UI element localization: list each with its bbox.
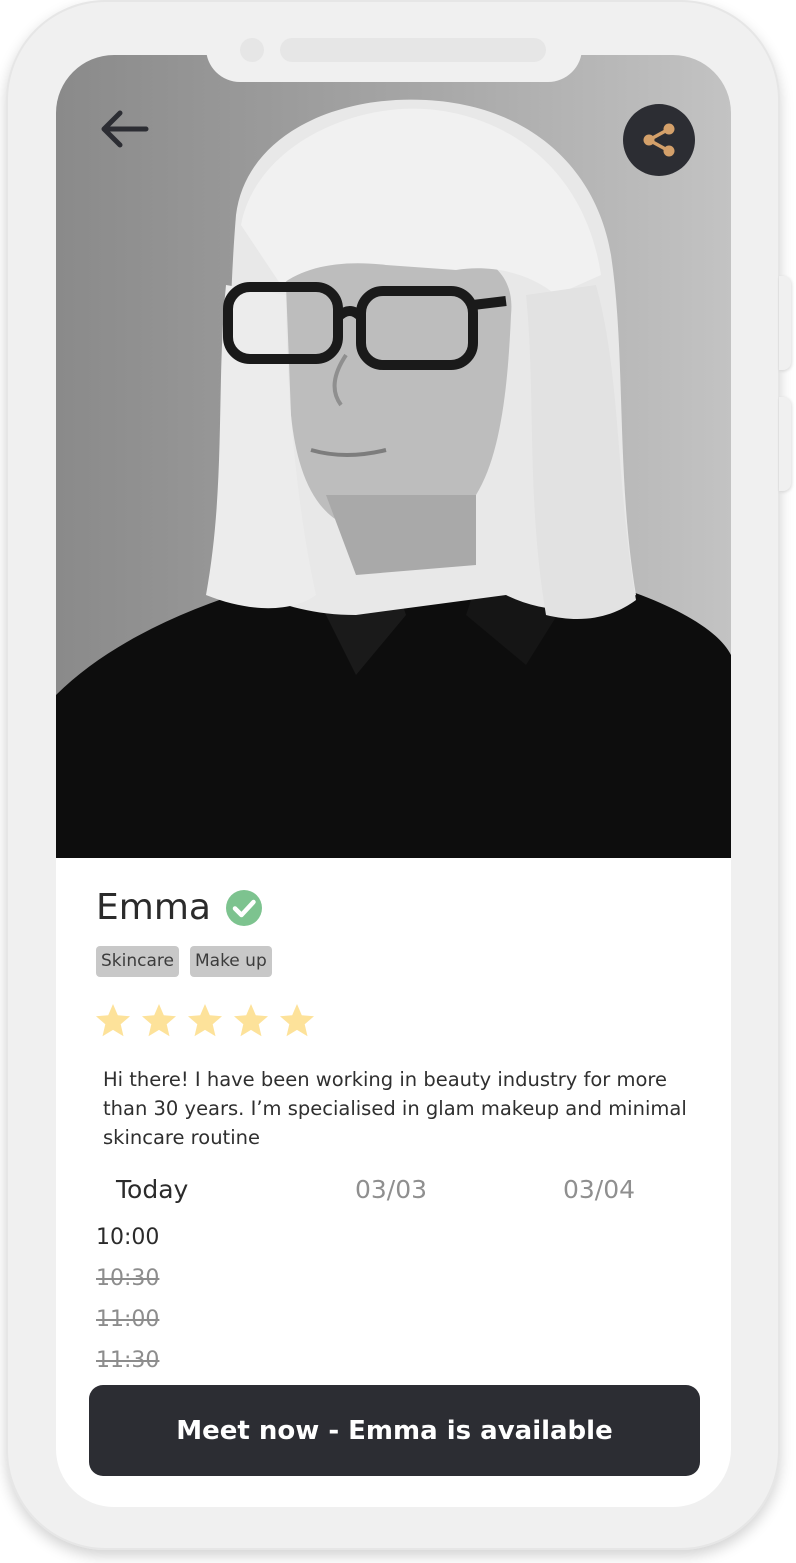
share-icon [643, 123, 675, 157]
star-icon [96, 1004, 130, 1037]
time-slots: 10:00 10:30 11:00 11:30 [96, 1222, 159, 1386]
star-icon [280, 1004, 314, 1037]
front-camera [240, 38, 264, 62]
check-circle-icon [225, 889, 262, 926]
day-tab-03-03[interactable]: 03/03 [355, 1175, 427, 1204]
portrait-illustration [56, 99, 731, 858]
app-screen: Emma Skincare Make up Hi there! I have b… [56, 55, 731, 1507]
time-slot-1030: 10:30 [96, 1266, 160, 1291]
meet-now-button[interactable]: Meet now - Emma is available [89, 1385, 700, 1476]
tag-make-up: Make up [189, 946, 272, 977]
day-tab-03-04[interactable]: 03/04 [563, 1175, 635, 1204]
tag-skincare: Skincare [96, 946, 179, 977]
name-row: Emma [96, 887, 263, 928]
earpiece-speaker [280, 38, 546, 62]
profile-bio: Hi there! I have been working in beauty … [103, 1068, 687, 1149]
star-icon [142, 1004, 176, 1037]
profile-name: Emma [96, 887, 211, 928]
phone-side-button-upper [779, 276, 791, 370]
specialty-tags: Skincare Make up [96, 946, 272, 977]
star-icon [234, 1004, 268, 1037]
time-slot-1130: 11:30 [96, 1348, 160, 1373]
rating-stars [94, 1002, 316, 1040]
phone-notch [206, 38, 582, 82]
arrow-left-icon [101, 110, 149, 148]
day-selector: Today 03/03 03/04 [56, 1175, 731, 1215]
share-button[interactable] [623, 104, 695, 176]
time-slot-1000[interactable]: 10:00 [96, 1222, 159, 1263]
time-slot-1100: 11:00 [96, 1307, 160, 1332]
back-button[interactable] [96, 105, 154, 153]
phone-side-button-lower [779, 397, 791, 491]
profile-photo [56, 55, 731, 858]
day-tab-today[interactable]: Today [116, 1175, 188, 1204]
star-icon [188, 1004, 222, 1037]
